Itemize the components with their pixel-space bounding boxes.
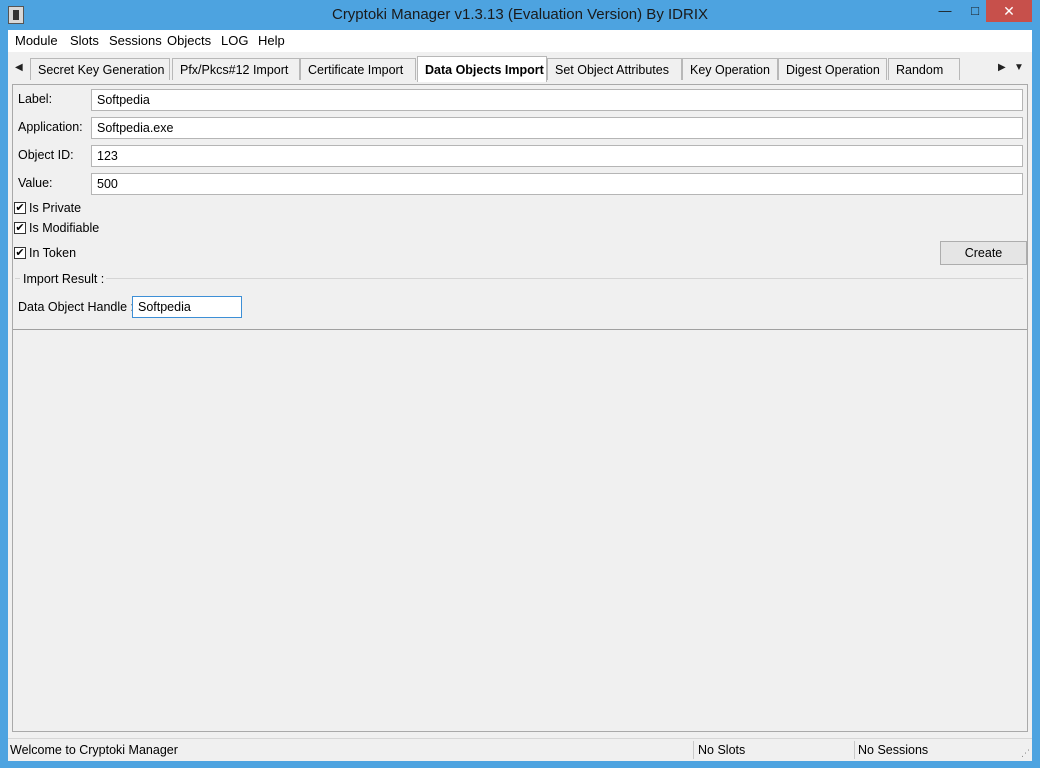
tab-key-operation[interactable]: Key Operation [682,58,778,80]
tab-set-object-attributes[interactable]: Set Object Attributes [547,58,682,80]
tab-digest-operation[interactable]: Digest Operation [778,58,887,80]
is-private-checkbox[interactable]: ✔ [14,202,26,214]
application-caption: Application: [18,120,83,134]
tab-bar: ◀ Secret Key Generation Pfx/Pkcs#12 Impo… [8,56,1032,82]
group-border-right [103,278,1023,279]
object-id-caption: Object ID: [18,148,74,162]
in-token-checkbox[interactable]: ✔ [14,247,26,259]
status-bar: Welcome to Cryptoki Manager No Slots No … [8,738,1032,761]
tab-scroll-left-icon[interactable]: ◀ [15,62,23,73]
menu-bar: Module Slots Sessions Objects LOG Help [8,30,1032,52]
menu-help[interactable]: Help [258,33,285,48]
tab-certificate-import[interactable]: Certificate Import [300,58,416,80]
status-separator [693,741,694,759]
menu-objects[interactable]: Objects [167,33,211,48]
application-input[interactable] [91,117,1023,139]
data-object-handle-field[interactable] [132,296,242,318]
status-separator [854,741,855,759]
title-bar[interactable]: Cryptoki Manager v1.3.13 (Evaluation Ver… [0,0,1040,30]
value-caption: Value: [18,176,53,190]
tab-data-objects-import[interactable]: Data Objects Import [417,56,547,82]
minimize-button[interactable]: — [930,0,960,22]
tab-pfx-pkcs12-import[interactable]: Pfx/Pkcs#12 Import [172,58,300,80]
label-input[interactable] [91,89,1023,111]
tab-content-panel: Label: Application: Object ID: Value: ✔ … [12,84,1028,732]
menu-sessions[interactable]: Sessions [109,33,162,48]
status-slots: No Slots [698,743,746,757]
label-caption: Label: [18,92,53,106]
object-id-input[interactable] [91,145,1023,167]
tab-secret-key-generation[interactable]: Secret Key Generation [30,58,170,80]
tab-list-dropdown-icon[interactable]: ▼ [1014,62,1024,73]
value-input[interactable] [91,173,1023,195]
data-objects-form: Label: Application: Object ID: Value: ✔ … [13,85,1027,330]
menu-slots[interactable]: Slots [70,33,99,48]
resize-grip-icon[interactable]: ⋰ [1021,748,1030,759]
in-token-label: In Token [29,246,77,260]
group-border-left [15,278,20,279]
window-title: Cryptoki Manager v1.3.13 (Evaluation Ver… [331,6,708,23]
create-button[interactable]: Create [940,241,1027,265]
status-message: Welcome to Cryptoki Manager [10,743,178,757]
tab-scroll-right-icon[interactable]: ▶ [998,62,1006,73]
is-modifiable-checkbox[interactable]: ✔ [14,222,26,234]
data-object-handle-caption: Data Object Handle : [18,300,135,314]
is-private-label: Is Private [29,201,82,215]
is-modifiable-label: Is Modifiable [29,221,100,235]
status-sessions: No Sessions [858,743,929,757]
import-result-group-title: Import Result : [21,272,107,286]
close-button[interactable]: ✕ [986,0,1032,22]
tab-random[interactable]: Random [888,58,960,80]
menu-log[interactable]: LOG [221,33,248,48]
menu-module[interactable]: Module [15,33,58,48]
